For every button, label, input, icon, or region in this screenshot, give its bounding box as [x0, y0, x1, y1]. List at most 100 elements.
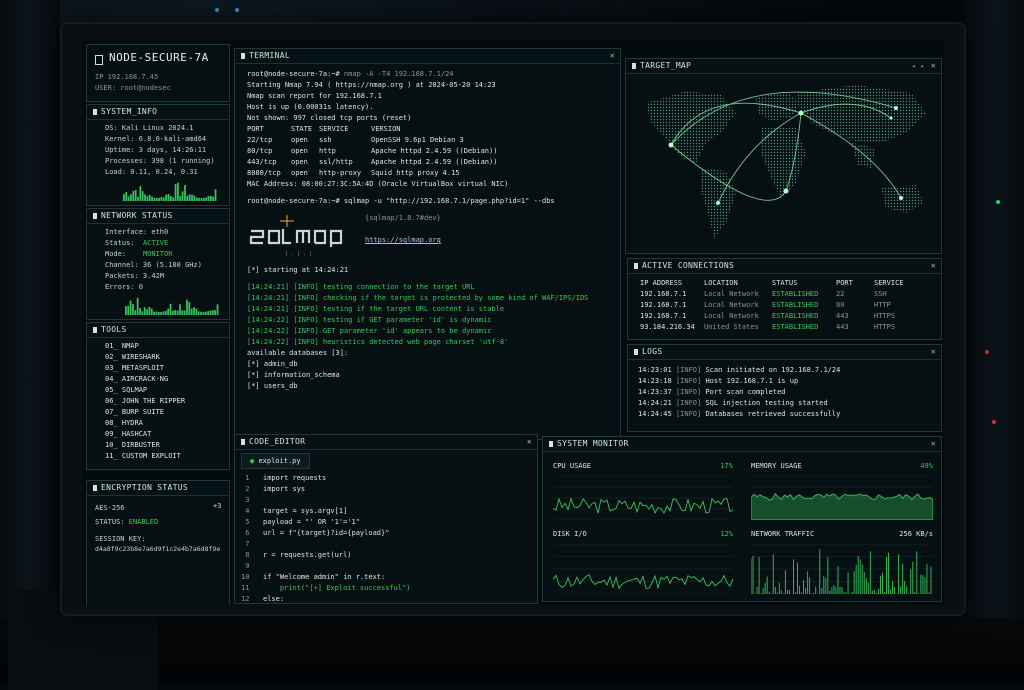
spark-bar — [205, 197, 207, 201]
conn-cell: Local Network — [704, 301, 759, 309]
panel-icon — [634, 263, 638, 269]
port-cell: open — [291, 147, 308, 155]
tool-item[interactable]: 09_ HASHCAT — [105, 429, 185, 440]
close-icon[interactable]: ✕ — [931, 59, 936, 73]
spark-bar — [172, 311, 174, 315]
spark-bar — [195, 197, 198, 201]
panel-icon — [93, 485, 97, 491]
tool-item[interactable]: 05_ SQLMAP — [105, 385, 185, 396]
status-value: ACTIVE — [142, 239, 169, 247]
spark-bar — [190, 308, 193, 315]
terminal-header: TERMINAL ✕ — [235, 49, 620, 64]
log-row: 14:23:01 [INFO] Scan initiated on 192.16… — [638, 365, 840, 376]
code-line: 9 — [241, 561, 411, 572]
conn-cell: Local Network — [704, 312, 759, 320]
server-rack-right — [964, 0, 1024, 682]
code-editor-panel[interactable]: CODE_EDITOR ✕ ● exploit.py 1 import reques… — [234, 434, 538, 604]
port-cell: http — [319, 147, 336, 155]
spark-bar — [155, 197, 158, 201]
port-cell: ssl/http — [319, 158, 353, 166]
screen: NODE-SECURE-7A IP 192.168.7.45 USER: roo… — [82, 40, 944, 605]
tool-item[interactable]: 11_ CUSTOM EXPLOIT — [105, 451, 185, 462]
sqlmap-link[interactable]: https://sqlmap.org — [365, 235, 441, 246]
conn-cell: Local Network — [704, 290, 759, 298]
spark-bar — [179, 196, 182, 201]
cpu-usage-widget: CPU USAGE 17% — [552, 461, 734, 524]
spark-bar — [148, 306, 151, 315]
file-tab[interactable]: ● exploit.py — [241, 453, 310, 469]
sqlmap-banner: | . | . | {sqlmap/1.8.7#dev} https://sql… — [247, 207, 588, 265]
db-item: [*] information_schema — [247, 371, 340, 379]
target-map-panel: TARGET_MAP ◂ ▸ ✕ — [625, 58, 942, 254]
starting-line: [*] starting at 14:24:21 — [247, 266, 349, 274]
encryption-status-value: ENABLED — [128, 518, 159, 526]
conn-cell: IP ADDRESS — [640, 279, 683, 287]
ports-header: PORT STATE SERVICE VERSION — [247, 124, 588, 135]
load-sparkline — [123, 182, 217, 201]
close-icon[interactable]: ✕ — [527, 435, 532, 449]
map-controls[interactable]: ◂ ▸ — [911, 59, 925, 73]
port-cell: 22/tcp — [247, 136, 273, 144]
close-icon[interactable]: ✕ — [931, 437, 936, 451]
info-line: [14:24:21] [INFO] testing connection to … — [247, 282, 588, 293]
interface-line: Interface: eth0 — [105, 228, 169, 236]
log-row: 14:23:37 [INFO] Port scan completed — [638, 387, 840, 398]
tool-item[interactable]: 08_ HYDRA — [105, 418, 185, 429]
spark-bar — [158, 197, 160, 201]
rack-led — [992, 420, 996, 424]
tool-item[interactable]: 06_ JOHN THE RIPPER — [105, 396, 185, 407]
conn-cell: ESTABLISHED — [772, 312, 819, 320]
nmap-output: Starting Nmap 7.94 ( https://nmap.org ) … — [247, 80, 588, 124]
log-message: checking if the target is protected by s… — [322, 294, 589, 302]
close-icon[interactable]: ✕ — [610, 49, 615, 63]
log-time: [14:24:21] — [247, 294, 290, 302]
tool-item[interactable]: 03_ METASPLOIT — [105, 363, 185, 374]
line-number: 1 — [241, 474, 250, 482]
memory-value: 49% — [920, 462, 933, 470]
tool-item[interactable]: 07_ BURP SUITE — [105, 407, 185, 418]
connection-row: 192.168.7.1 Local Network ESTABLISHED 80 HTT… — [640, 300, 914, 311]
port-cell: 443/tcp — [247, 158, 277, 166]
panel-icon — [549, 441, 553, 447]
tool-item[interactable]: 04_ AIRCRACK-NG — [105, 374, 185, 385]
log-message: GET parameter 'id' appears to be dynamic — [322, 327, 492, 335]
tools-title: TOOLS — [101, 325, 127, 334]
port-cell: STATE — [291, 125, 313, 133]
port-cell: open — [291, 158, 308, 166]
port-cell: Apache httpd 2.4.59 ((Debian)) — [371, 158, 498, 166]
network-status-header: NETWORK STATUS — [87, 209, 229, 224]
conn-cell: HTTP — [874, 301, 891, 309]
status-line: Status: ACTIVE — [105, 238, 202, 249]
info-line: [14:24:22] [INFO] testing if GET paramet… — [247, 315, 588, 326]
log-row: 14:24:45 [INFO] Databases retrieved succ… — [638, 409, 840, 420]
log-time: [14:24:22] — [247, 316, 290, 324]
log-time: 14:23:18 — [638, 377, 676, 385]
line-number: 3 — [241, 496, 250, 504]
file-tab-label: exploit.py — [258, 457, 301, 465]
spark-bar — [211, 310, 214, 315]
spark-bar — [139, 185, 142, 201]
spark-bar — [167, 193, 170, 201]
tool-item[interactable]: 10_ DIRBUSTER — [105, 440, 185, 451]
code-text: target = sys.argv[1] — [263, 507, 348, 515]
close-icon[interactable]: ✕ — [931, 259, 936, 273]
terminal-panel[interactable]: TERMINAL ✕ root@node-secure-7a:~# nmap -A… — [234, 48, 621, 440]
tool-item[interactable]: 02_ WIRESHARK — [105, 352, 185, 363]
conn-cell: 192.168.7.1 — [640, 301, 687, 309]
spark-bar — [216, 304, 219, 315]
line-number: 11 — [241, 584, 250, 592]
code-line: 4 target = sys.argv[1] — [241, 506, 411, 517]
log-level: [INFO] — [675, 377, 706, 385]
log-message: Scan initiated on 192.168.7.1/24 — [705, 366, 841, 374]
connection-row: 192.168.7.1 Local Network ESTABLISHED 22 SSH — [640, 289, 914, 300]
port-cell: http-proxy — [319, 169, 362, 177]
server-rack-left — [0, 0, 60, 682]
tool-item[interactable]: 01_ NMAP — [105, 341, 185, 352]
log-time: [14:24:22] — [247, 327, 290, 335]
spark-bar — [144, 194, 146, 201]
spark-bar — [193, 195, 196, 201]
graph-line — [750, 492, 934, 521]
info-line: [14:24:21] [INFO] testing if the target … — [247, 304, 588, 315]
close-icon[interactable]: ✕ — [931, 345, 936, 359]
connections-header: ACTIVE CONNECTIONS ✕ — [628, 259, 941, 274]
